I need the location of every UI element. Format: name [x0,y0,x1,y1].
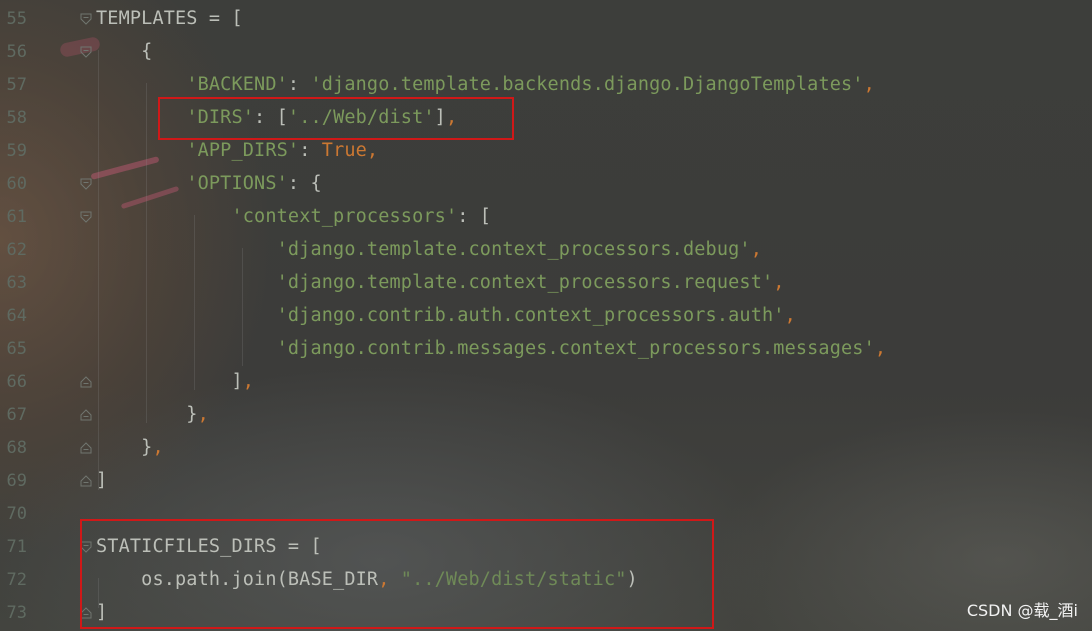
code-token: : [ [457,206,492,227]
code-line[interactable]: 60 'OPTIONS': { [0,167,1092,200]
code-line[interactable]: 67 }, [0,398,1092,431]
line-number: 56 [6,41,27,62]
line-number: 72 [6,569,27,590]
watermark-text: CSDN @载_酒i [966,601,1078,620]
code-token: 'django.contrib.auth.context_processors.… [276,305,785,326]
fold-open-icon[interactable] [79,177,93,191]
code-token: , [863,74,875,95]
code-text: }, [96,437,164,458]
fold-close-icon[interactable] [79,375,93,389]
code-token: 'BACKEND' [186,74,288,95]
code-line[interactable]: 62 'django.template.context_processors.d… [0,233,1092,266]
fold-open-icon[interactable] [79,210,93,224]
code-text: 'django.contrib.messages.context_process… [96,338,886,359]
code-token: , [152,437,164,458]
line-number: 62 [6,239,27,260]
code-token: { [96,41,153,62]
code-token: ] [96,470,108,491]
line-number: 58 [6,107,27,128]
line-number: 73 [6,602,27,623]
code-text: TEMPLATES = [ [96,8,243,29]
code-text: 'APP_DIRS': True, [96,140,378,161]
code-token: } [96,437,153,458]
fold-close-icon[interactable] [79,441,93,455]
code-token: 'context_processors' [231,206,458,227]
code-token: 'django.template.backends.django.DjangoT… [310,74,864,95]
code-text: ], [96,371,254,392]
line-number: 68 [6,437,27,458]
code-token: , [750,239,762,260]
line-number: 67 [6,404,27,425]
line-number: 57 [6,74,27,95]
code-token: 'django.template.context_processors.requ… [276,272,774,293]
fold-open-icon[interactable] [79,12,93,26]
line-number: 55 [6,8,27,29]
code-line[interactable]: 63 'django.template.context_processors.r… [0,266,1092,299]
line-number: 66 [6,371,27,392]
highlight-box-staticfiles [80,519,714,629]
code-token: TEMPLATES = [ [96,8,243,29]
code-text: }, [96,404,209,425]
line-number: 59 [6,140,27,161]
line-number: 65 [6,338,27,359]
fold-close-icon[interactable] [79,408,93,422]
code-token: , [197,404,209,425]
fold-open-icon[interactable] [79,45,93,59]
highlight-box-dirs [158,97,514,140]
line-number: 69 [6,470,27,491]
line-number: 63 [6,272,27,293]
code-line[interactable]: 64 'django.contrib.auth.context_processo… [0,299,1092,332]
code-text: { [96,41,152,62]
code-token: True, [321,140,379,161]
code-line[interactable]: 66 ], [0,365,1092,398]
code-token: } [96,404,198,425]
code-text: 'django.template.context_processors.requ… [96,272,785,293]
code-token: : [299,140,322,161]
line-number: 60 [6,173,27,194]
line-number: 64 [6,305,27,326]
code-token: 'OPTIONS' [186,173,288,194]
code-text: ] [96,470,107,491]
code-token: , [784,305,796,326]
code-text: 'BACKEND': 'django.template.backends.dja… [96,74,875,95]
code-token: 'django.contrib.messages.context_process… [276,338,875,359]
line-number: 61 [6,206,27,227]
code-editor[interactable]: 55 TEMPLATES = [56 {57 'BACKEND': 'django… [0,0,1092,631]
code-text: 'context_processors': [ [96,206,491,227]
code-token: 'APP_DIRS' [186,140,300,161]
code-line[interactable]: 56 { [0,35,1092,68]
code-token: 'django.template.context_processors.debu… [276,239,751,260]
code-line[interactable]: 69] [0,464,1092,497]
line-number: 71 [6,536,27,557]
code-text: 'django.template.context_processors.debu… [96,239,762,260]
code-text: 'OPTIONS': { [96,173,322,194]
fold-close-icon[interactable] [79,474,93,488]
line-number: 70 [6,503,27,524]
code-token: ] [96,371,243,392]
code-line[interactable]: 55 TEMPLATES = [ [0,2,1092,35]
code-token: , [242,371,255,392]
code-token: , [874,338,887,359]
code-line[interactable]: 61 'context_processors': [ [0,200,1092,233]
code-token: : { [287,173,322,194]
code-token: : [287,74,311,95]
code-line[interactable]: 65 'django.contrib.messages.context_proc… [0,332,1092,365]
code-line[interactable]: 68 }, [0,431,1092,464]
code-token: , [773,272,785,293]
code-text: 'django.contrib.auth.context_processors.… [96,305,796,326]
